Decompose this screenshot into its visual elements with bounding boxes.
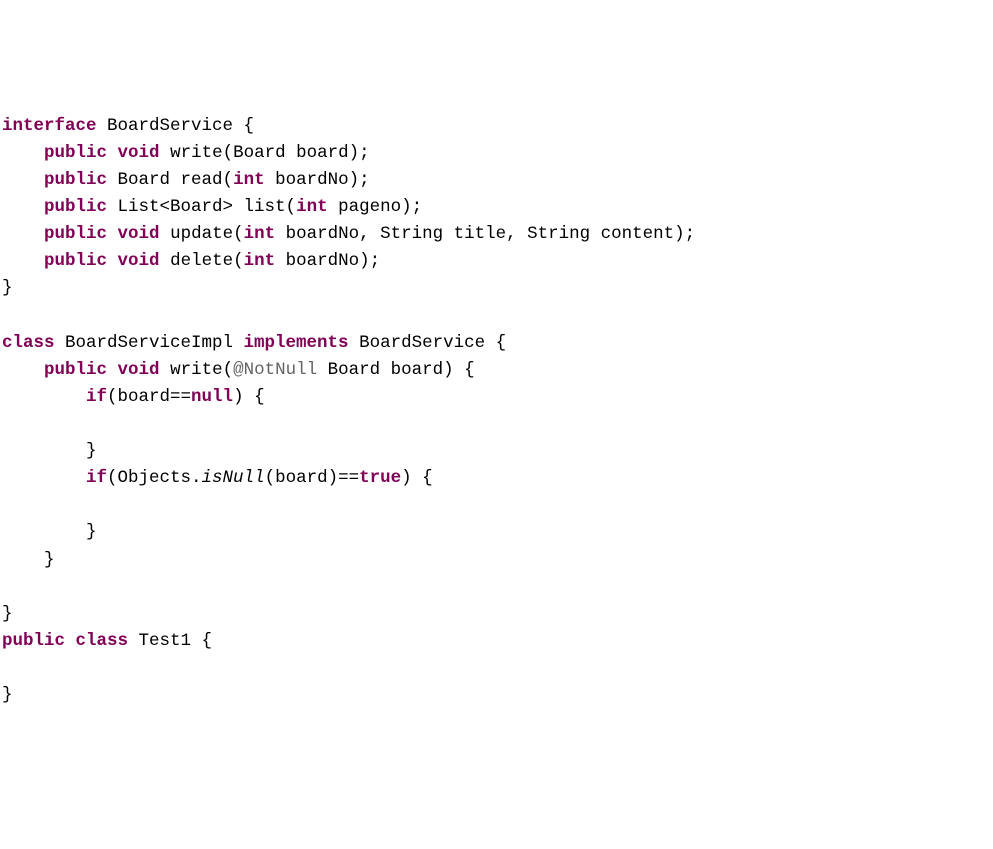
code-token: class (2, 333, 55, 353)
code-token (2, 360, 44, 380)
code-token: Test1 { (128, 631, 212, 651)
code-token: if (86, 468, 107, 488)
code-token (2, 468, 86, 488)
code-token (2, 170, 44, 190)
code-token: boardNo); (265, 170, 370, 190)
code-token: write(Board board); (160, 143, 370, 163)
code-token (107, 224, 118, 244)
code-token: public (44, 170, 107, 190)
code-token: } (2, 550, 55, 570)
code-token: void (118, 224, 160, 244)
code-token: public (44, 224, 107, 244)
code-token: Board board) { (317, 360, 475, 380)
code-token: if (86, 387, 107, 407)
code-token (2, 387, 86, 407)
code-token: } (2, 685, 13, 705)
code-token: true (359, 468, 401, 488)
code-token (107, 143, 118, 163)
code-token: null (191, 387, 233, 407)
code-token (2, 143, 44, 163)
code-token: int (244, 251, 276, 271)
code-token: void (118, 143, 160, 163)
code-token: (board)== (265, 468, 360, 488)
code-token: pageno); (328, 197, 423, 217)
code-token: (Objects. (107, 468, 202, 488)
code-token: BoardService { (349, 333, 507, 353)
code-token: int (244, 224, 276, 244)
code-token: List<Board> list( (107, 197, 296, 217)
code-token: ) { (401, 468, 433, 488)
code-token: ) { (233, 387, 265, 407)
code-token: int (296, 197, 328, 217)
code-token (107, 251, 118, 271)
code-token: BoardServiceImpl (55, 333, 244, 353)
code-token: interface (2, 116, 97, 136)
code-token: implements (244, 333, 349, 353)
code-token: } (2, 604, 13, 624)
code-token (2, 224, 44, 244)
code-token: (board== (107, 387, 191, 407)
code-token: boardNo); (275, 251, 380, 271)
code-token: } (2, 522, 97, 542)
code-token: @NotNull (233, 360, 317, 380)
code-token: } (2, 278, 13, 298)
code-token: BoardService { (97, 116, 255, 136)
code-token (2, 197, 44, 217)
code-token: write( (160, 360, 234, 380)
code-token: public (44, 197, 107, 217)
code-token: void (118, 360, 160, 380)
code-token: void (118, 251, 160, 271)
code-token: boardNo, String title, String content); (275, 224, 695, 244)
code-token: public (44, 143, 107, 163)
code-token: isNull (202, 468, 265, 488)
code-token: public (44, 251, 107, 271)
code-token: Board read( (107, 170, 233, 190)
code-token: int (233, 170, 265, 190)
code-token: update( (160, 224, 244, 244)
code-token (65, 631, 76, 651)
code-token (107, 360, 118, 380)
code-token: } (2, 441, 97, 461)
code-token: public (2, 631, 65, 651)
code-block: interface BoardService { public void wri… (2, 113, 991, 710)
code-token: public (44, 360, 107, 380)
code-token: class (76, 631, 129, 651)
code-token: delete( (160, 251, 244, 271)
code-token (2, 251, 44, 271)
